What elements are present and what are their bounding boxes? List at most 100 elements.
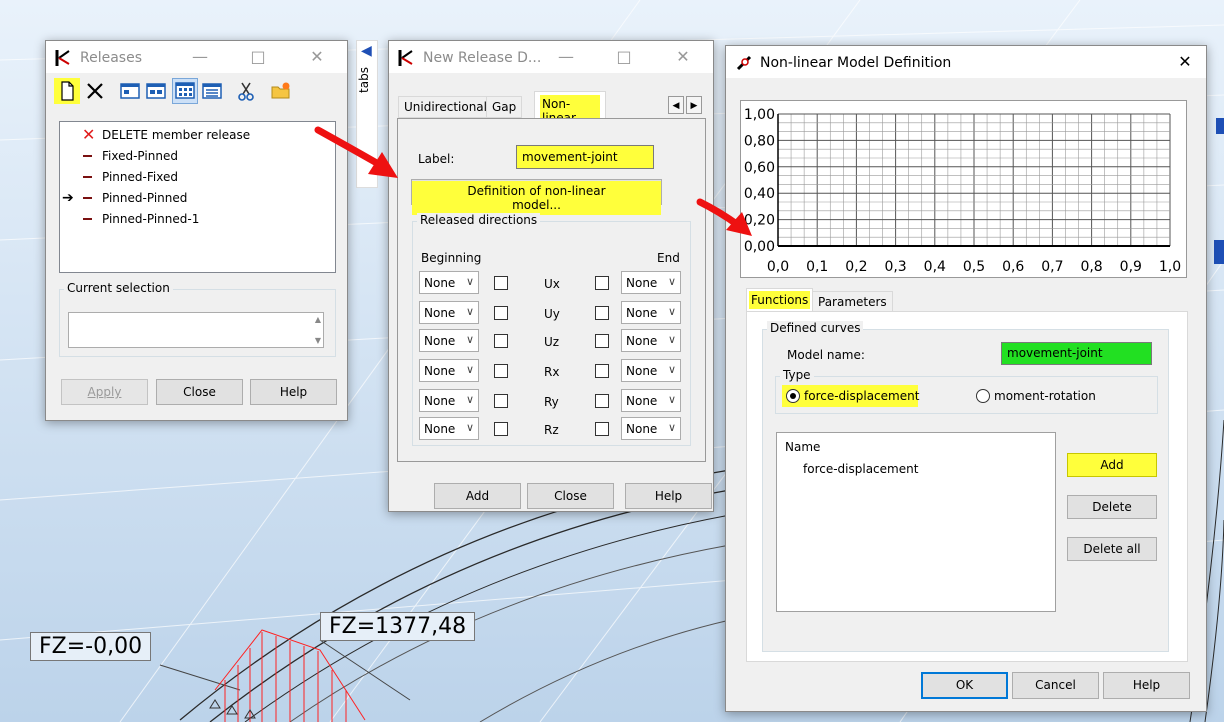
tab-non-linear[interactable]: Non-linear [534,91,606,127]
begin-checkbox[interactable] [494,334,508,348]
releases-titlebar[interactable]: Releases — □ ✕ [46,41,347,73]
fz-label-right: FZ=1377,48 [320,612,476,641]
end-checkbox[interactable] [595,334,609,348]
list-item-current[interactable]: ➔ Pinned-Pinned [62,189,332,209]
maximize-icon[interactable]: □ [601,41,647,73]
folder-star-icon[interactable] [270,80,292,102]
end-select[interactable]: None ∨ [621,359,681,382]
chart-x-tick-label: 0,5 [963,259,985,275]
delete-curve-button[interactable]: Delete [1067,495,1157,519]
close-button[interactable]: Close [156,379,243,405]
begin-select[interactable]: None ∨ [419,417,479,440]
scroll-up-icon[interactable]: ▲ [315,315,321,324]
tab-parameters[interactable]: Parameters [812,291,893,313]
end-select[interactable]: None ∨ [621,329,681,352]
direction-label: Rz [544,423,559,437]
end-checkbox[interactable] [595,422,609,436]
help-button[interactable]: Help [625,483,712,509]
list-item[interactable]: Pinned-Pinned-1 [82,210,332,230]
minimize-icon[interactable]: — [177,41,223,73]
end-checkbox[interactable] [595,364,609,378]
chevron-down-icon: ∨ [667,421,676,434]
list-item[interactable]: ✕ DELETE member release [82,126,332,146]
new-release-titlebar[interactable]: New Release D... — □ ✕ [389,41,713,73]
scissors-icon[interactable] [235,80,257,102]
fz-label-left: FZ=-0,00 [30,632,152,661]
close-icon[interactable]: ✕ [1162,46,1208,78]
add-curve-button[interactable]: Add [1067,453,1157,477]
new-icon[interactable] [54,78,80,104]
chart-x-tick-label: 0,2 [845,259,867,275]
direction-row: None ∨ Rz None ∨ [398,417,698,441]
model-name-input[interactable]: movement-joint [1001,342,1152,365]
close-icon[interactable]: ✕ [660,41,706,73]
new-release-window: New Release D... — □ ✕ Unidirectional Ga… [388,40,714,512]
direction-label: Uy [544,307,560,321]
window-icon-2[interactable] [145,80,167,102]
end-select-value: None [626,334,658,348]
begin-checkbox[interactable] [494,422,508,436]
begin-select[interactable]: None ∨ [419,389,479,412]
end-select[interactable]: None ∨ [621,301,681,324]
releases-toolbar [46,75,347,105]
end-checkbox[interactable] [595,276,609,290]
curves-list[interactable]: Name force-displacement [776,432,1056,612]
current-selection-field[interactable]: ▲ ▼ [68,312,324,348]
minimize-icon[interactable]: — [543,41,589,73]
begin-checkbox[interactable] [494,276,508,290]
chart-y-tick-label: 0,20 [744,213,775,229]
end-select[interactable]: None ∨ [621,389,681,412]
tab-functions[interactable]: Functions [746,288,813,312]
tab-scroll-left-icon[interactable]: ◀ [668,96,684,114]
begin-select[interactable]: None ∨ [419,271,479,294]
releases-window: Releases — □ ✕ ✕ DELETE member release F… [45,40,348,421]
label-input[interactable]: movement-joint [516,145,654,169]
model-name-label: Model name: [787,348,865,362]
current-arrow-icon: ➔ [62,190,74,206]
end-checkbox[interactable] [595,306,609,320]
window-icon-1[interactable] [119,80,141,102]
direction-label: Rx [544,365,560,379]
add-button[interactable]: Add [434,483,521,509]
scroll-down-icon[interactable]: ▼ [315,336,321,345]
chevron-down-icon: ∨ [465,363,474,376]
end-select[interactable]: None ∨ [621,417,681,440]
list-view-icon[interactable] [201,80,223,102]
defined-curves-label: Defined curves [767,321,864,335]
non-linear-tab-page: Label: movement-joint Definition of non-… [397,118,706,462]
end-checkbox[interactable] [595,394,609,408]
apply-button[interactable]: Apply [61,379,148,405]
begin-checkbox[interactable] [494,364,508,378]
delete-all-button[interactable]: Delete all [1067,537,1157,561]
end-label: End [657,251,680,265]
help-button[interactable]: Help [1103,672,1190,699]
maximize-icon[interactable]: □ [235,41,281,73]
tabs-strip[interactable]: ◀ tabs [356,40,378,188]
list-item[interactable]: Fixed-Pinned [82,147,332,167]
radio-force-displacement[interactable]: force-displacement [782,385,919,407]
begin-checkbox[interactable] [494,394,508,408]
chart-y-tick-label: 0,40 [744,186,775,202]
cancel-button[interactable]: Cancel [1012,672,1099,699]
list-item[interactable]: force-displacement [803,462,918,476]
list-item[interactable]: Pinned-Fixed [82,168,332,188]
definition-button[interactable]: Definition of non-linear model... [411,179,662,215]
begin-select[interactable]: None ∨ [419,301,479,324]
delete-x-icon[interactable] [84,80,106,102]
tab-unidirectional[interactable]: Unidirectional [398,96,493,118]
tab-gap[interactable]: Gap [486,96,523,118]
end-select[interactable]: None ∨ [621,271,681,294]
begin-checkbox[interactable] [494,306,508,320]
grid-view-icon[interactable] [172,78,198,104]
nonlinear-titlebar[interactable]: Non-linear Model Definition ✕ [726,46,1206,78]
direction-row: None ∨ Ux None ∨ [398,271,698,295]
help-button[interactable]: Help [250,379,337,405]
ok-button[interactable]: OK [921,672,1008,699]
close-icon[interactable]: ✕ [294,41,340,73]
begin-select[interactable]: None ∨ [419,329,479,352]
tab-scroll-right-icon[interactable]: ▶ [686,96,702,114]
radio-moment-rotation[interactable]: moment-rotation [972,385,1102,407]
close-button[interactable]: Close [527,483,614,509]
begin-select[interactable]: None ∨ [419,359,479,382]
releases-list[interactable]: ✕ DELETE member release Fixed-Pinned Pin… [59,121,336,273]
